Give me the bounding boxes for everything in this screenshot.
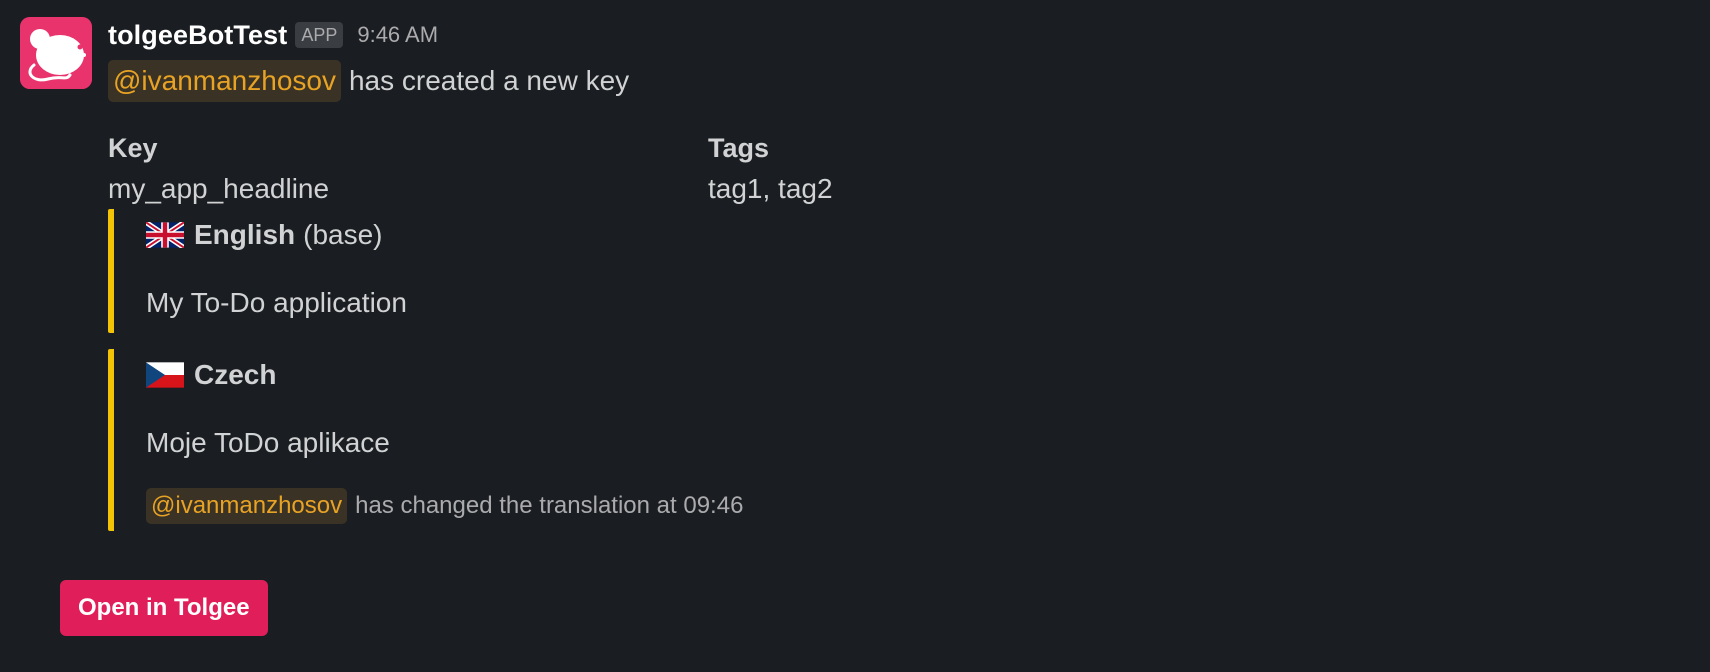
message-header: tolgeeBotTest APP 9:46 AM xyxy=(108,17,1668,53)
bot-avatar[interactable] xyxy=(20,17,92,89)
translation-text: Moje ToDo aplikace xyxy=(146,427,390,458)
field-tags: Tags tag1, tag2 xyxy=(708,131,833,207)
translation-attachment-english: English (base) My To-Do application xyxy=(108,209,1668,333)
field-tags-value: tag1, tag2 xyxy=(708,173,833,204)
bot-name[interactable]: tolgeeBotTest xyxy=(108,20,287,51)
language-header: English (base) xyxy=(146,217,383,253)
message-timestamp[interactable]: 9:46 AM xyxy=(357,22,438,48)
translation-attachment-czech: Czech Moje ToDo aplikace @ivanmanzhosov … xyxy=(108,349,1668,531)
uk-flag-icon xyxy=(146,222,184,248)
language-name: Czech xyxy=(194,359,277,390)
user-mention[interactable]: @ivanmanzhosov xyxy=(108,60,341,102)
open-in-tolgee-button[interactable]: Open in Tolgee xyxy=(60,580,268,636)
field-tags-title: Tags xyxy=(708,133,770,163)
language-base-label: (base) xyxy=(303,219,383,250)
language-header: Czech xyxy=(146,357,276,393)
mouse-icon xyxy=(20,17,92,89)
translation-context: @ivanmanzhosov has changed the translati… xyxy=(146,487,743,525)
message-content: tolgeeBotTest APP 9:46 AM @ivanmanzhosov… xyxy=(108,17,1668,531)
czech-flag-icon xyxy=(146,362,184,388)
message-text: @ivanmanzhosov has created a new key xyxy=(108,59,1668,103)
app-badge: APP xyxy=(295,22,344,48)
field-key-value: my_app_headline xyxy=(108,173,330,204)
field-key-title: Key xyxy=(108,133,158,163)
field-key: Key my_app_headline xyxy=(108,131,329,207)
translation-text: My To-Do application xyxy=(146,287,407,318)
key-fields: Key my_app_headline Tags tag1, tag2 xyxy=(108,131,1668,204)
message-body: has created a new key xyxy=(348,65,630,96)
language-name: English xyxy=(194,219,296,250)
user-mention[interactable]: @ivanmanzhosov xyxy=(146,488,348,524)
context-text: has changed the translation at 09:46 xyxy=(355,492,744,519)
